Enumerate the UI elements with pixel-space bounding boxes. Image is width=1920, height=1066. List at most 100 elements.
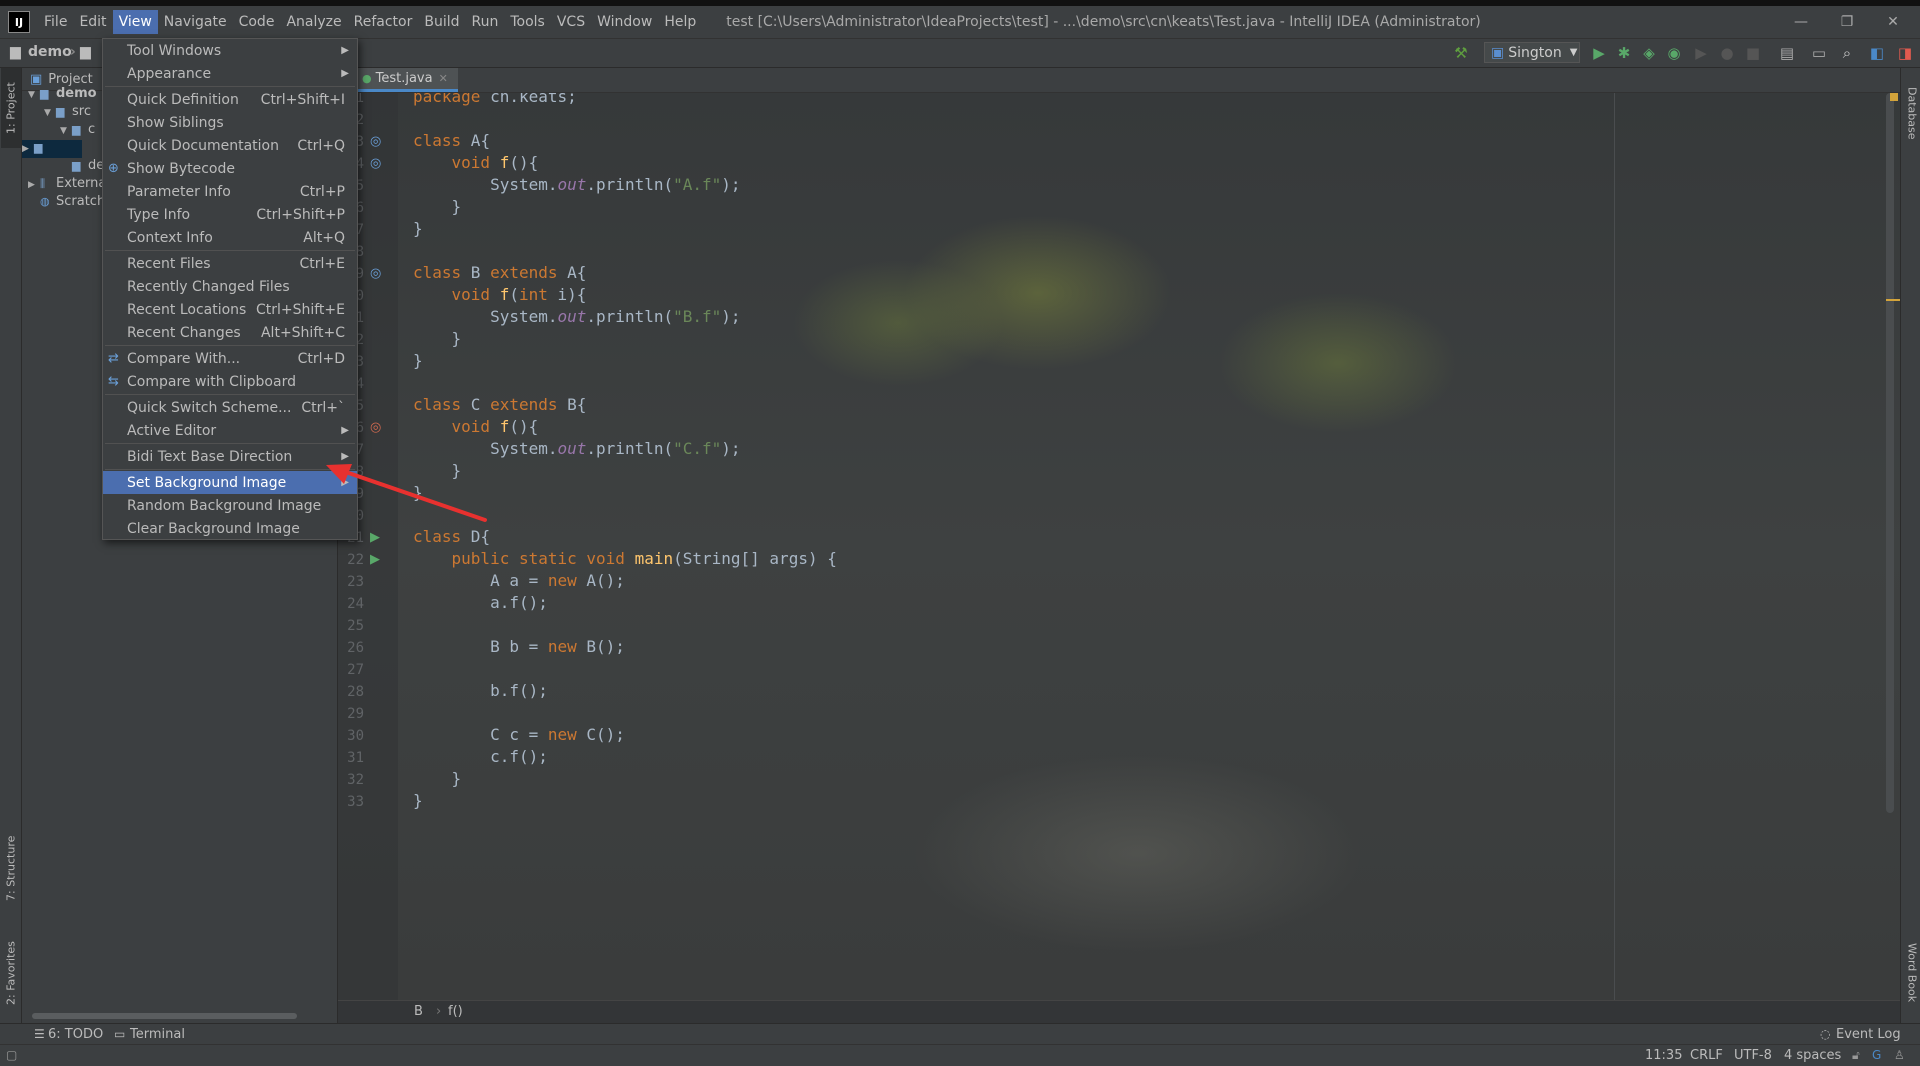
tree-item[interactable]: ▼ ▆ c (60, 122, 95, 137)
overridden-icon[interactable]: ◎ (370, 420, 381, 435)
tool-tab-database[interactable]: Database (1902, 68, 1920, 158)
menu-item-type-info[interactable]: Type Info Ctrl+Shift+P (103, 203, 357, 226)
close-button[interactable]: ✕ (1870, 6, 1916, 38)
code-line[interactable]: class C extends B{ (413, 395, 586, 414)
menu-item-show-siblings[interactable]: Show Siblings (103, 111, 357, 134)
breadcrumb-class[interactable]: B (414, 1004, 423, 1019)
code-line[interactable]: A a = new A(); (413, 571, 625, 590)
expand-arrow-icon[interactable]: ▼ (28, 90, 40, 100)
code-line[interactable]: System.out.println("A.f"); (413, 175, 740, 194)
menu-item-compare-with[interactable]: ⇄ Compare With... Ctrl+D (103, 347, 357, 370)
code-line[interactable]: c.f(); (413, 747, 548, 766)
code-line[interactable]: package cn.keats; (413, 93, 577, 106)
search-icon[interactable]: ⌕ (1836, 42, 1858, 64)
warning-stripe-marker[interactable] (1886, 299, 1900, 301)
close-tab-icon[interactable]: ✕ (439, 72, 448, 85)
menu-code[interactable]: Code (233, 10, 281, 34)
menu-analyze[interactable]: Analyze (280, 10, 347, 34)
debug-icon[interactable]: ✱ (1613, 42, 1635, 64)
tab-test-java[interactable]: ● Test.java ✕ (352, 68, 458, 92)
menu-item-quick-switch-scheme[interactable]: Quick Switch Scheme... Ctrl+` (103, 396, 357, 419)
coverage-icon[interactable]: ◈ (1638, 42, 1660, 64)
menu-window[interactable]: Window (591, 10, 658, 34)
translate-icon[interactable]: ◧ (1866, 42, 1888, 64)
menu-item-recent-locations[interactable]: Recent Locations Ctrl+Shift+E (103, 298, 357, 321)
override-icon[interactable]: ◎ (370, 134, 381, 149)
caret-position[interactable]: 11:35 (1645, 1048, 1682, 1063)
code-line[interactable]: void f(int i){ (413, 285, 587, 304)
menu-item-show-bytecode[interactable]: ⊕ Show Bytecode (103, 157, 357, 180)
menu-item-context-info[interactable]: Context Info Alt+Q (103, 226, 357, 249)
code-line[interactable]: class A{ (413, 131, 490, 150)
tree-item[interactable]: ▼ ▆ src (44, 104, 91, 119)
menu-item-tool-windows[interactable]: Tool Windows ▶ (103, 39, 357, 62)
menu-item-quick-documentation[interactable]: Quick Documentation Ctrl+Q (103, 134, 357, 157)
code-line[interactable]: } (413, 351, 423, 370)
toggle-tool-windows-icon[interactable]: ▢ (6, 1048, 17, 1062)
tool-tab-favorites[interactable]: 2: Favorites (1, 928, 21, 1018)
code-line[interactable]: void f(){ (413, 417, 539, 436)
expand-arrow-icon[interactable]: ▶ (28, 180, 40, 190)
stop-icon[interactable]: ■ (1742, 42, 1764, 64)
code-line[interactable]: class B extends A{ (413, 263, 586, 282)
project-panel-title[interactable]: Project (48, 72, 92, 87)
menu-item-set-background-image[interactable]: Set Background Image ▶ (103, 471, 357, 494)
code-editor[interactable]: 1234567891011121314151617181920212223242… (338, 93, 1900, 1000)
run-icon[interactable]: ▶ (1588, 42, 1610, 64)
tree-item[interactable]: ▶ ⫼ Externa (28, 176, 106, 191)
window-layout-icon[interactable]: ▭ (1808, 42, 1830, 64)
google-icon[interactable]: G (1872, 1048, 1881, 1062)
tool-tab-terminal[interactable]: Terminal (130, 1027, 185, 1042)
run-gutter-icon[interactable]: ▶ (370, 530, 380, 545)
menu-run[interactable]: Run (466, 10, 505, 34)
menu-item-recent-changes[interactable]: Recent Changes Alt+Shift+C (103, 321, 357, 344)
spacer[interactable]: ▶ (22, 144, 34, 154)
tree-item[interactable]: ◍ Scratch (28, 194, 105, 209)
code-line[interactable]: a.f(); (413, 593, 548, 612)
error-stripe-marker[interactable] (1890, 93, 1898, 101)
restore-button[interactable]: ❐ (1824, 6, 1870, 38)
code-line[interactable]: public static void main(String[] args) { (413, 549, 837, 568)
expand-arrow-icon[interactable]: ▼ (60, 126, 72, 136)
code-line[interactable]: } (413, 329, 462, 348)
code-line[interactable]: B b = new B(); (413, 637, 625, 656)
menu-file[interactable]: File (38, 10, 73, 34)
menu-item-random-background-image[interactable]: Random Background Image (103, 494, 357, 517)
tree-item[interactable]: ▼ ▆ demo (28, 86, 97, 101)
menu-edit[interactable]: Edit (73, 10, 112, 34)
profile-icon[interactable]: ◉ (1663, 42, 1685, 64)
menu-view[interactable]: View (112, 10, 158, 34)
menu-item-appearance[interactable]: Appearance ▶ (103, 62, 357, 85)
menu-item-compare-with-clipboard[interactable]: ⇆ Compare with Clipboard (103, 370, 357, 393)
minimize-button[interactable]: — (1778, 6, 1824, 38)
menu-item-clear-background-image[interactable]: Clear Background Image (103, 517, 357, 540)
indent-setting[interactable]: 4 spaces (1784, 1048, 1841, 1063)
project-structure-icon[interactable]: ▤ (1776, 42, 1798, 64)
step-icon[interactable]: ▶ (1690, 42, 1712, 64)
run-gutter-icon[interactable]: ▶ (370, 552, 380, 567)
override-icon[interactable]: ◎ (370, 156, 381, 171)
tool-tab-structure[interactable]: 7: Structure (1, 823, 21, 913)
breadcrumb-method[interactable]: f() (448, 1004, 463, 1019)
code-line[interactable]: } (413, 769, 462, 788)
lock-icon[interactable]: 🔓︎ (1852, 1048, 1860, 1063)
menu-item-recent-files[interactable]: Recent Files Ctrl+E (103, 252, 357, 275)
menu-build[interactable]: Build (418, 10, 465, 34)
menu-vcs[interactable]: VCS (551, 10, 591, 34)
code-line[interactable]: } (413, 791, 423, 810)
code-line[interactable]: } (413, 219, 423, 238)
menu-item-recently-changed-files[interactable]: Recently Changed Files (103, 275, 357, 298)
attach-icon[interactable]: ● (1716, 42, 1738, 64)
tool-tab-event-log[interactable]: Event Log (1836, 1027, 1901, 1042)
code-line[interactable]: class D{ (413, 527, 490, 546)
menu-help[interactable]: Help (658, 10, 702, 34)
code-line[interactable]: b.f(); (413, 681, 548, 700)
inspector-icon[interactable]: ♙ (1894, 1048, 1905, 1062)
run-configuration-select[interactable]: ▣ Sington ▼ (1484, 42, 1580, 63)
code-line[interactable]: System.out.println("C.f"); (413, 439, 740, 458)
build-hammer-icon[interactable]: ⚒ (1450, 42, 1472, 64)
line-separator[interactable]: CRLF (1690, 1048, 1723, 1063)
menu-item-bidi-text-base-direction[interactable]: Bidi Text Base Direction ▶ (103, 445, 357, 468)
plugin-icon[interactable]: ◨ (1894, 42, 1916, 64)
menu-tools[interactable]: Tools (504, 10, 551, 34)
